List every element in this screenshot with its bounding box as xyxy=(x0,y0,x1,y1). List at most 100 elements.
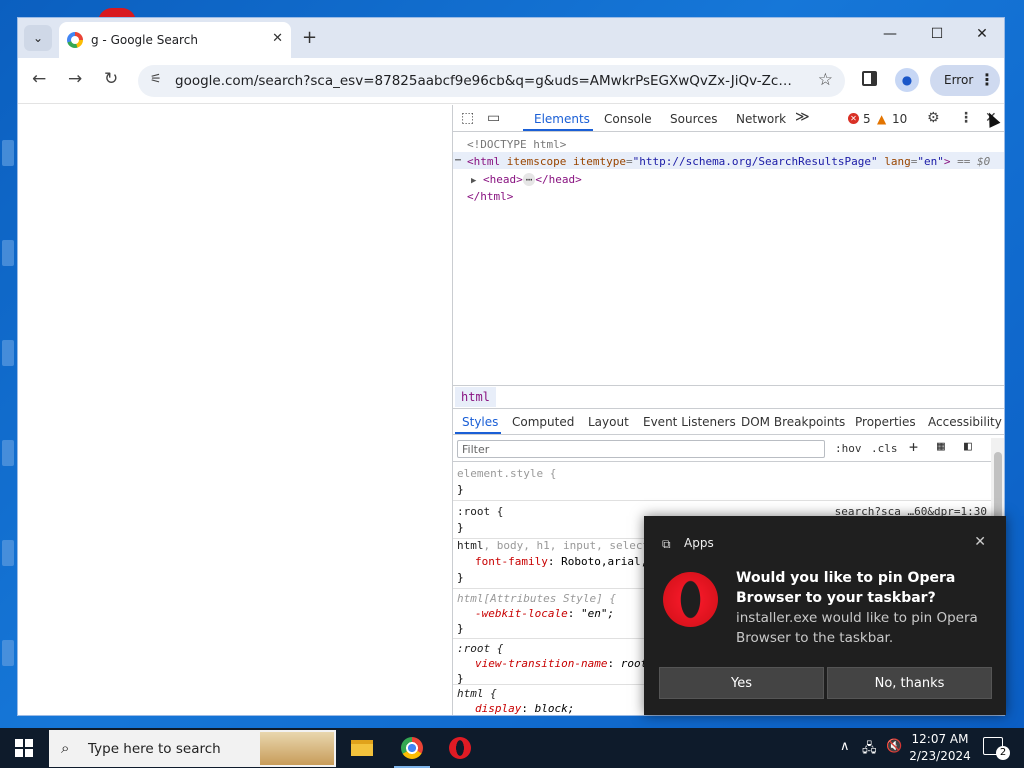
dom-html-node[interactable]: <html itemscope itemtype="http://schema.… xyxy=(467,155,990,168)
subtab-computed[interactable]: Computed xyxy=(512,415,574,429)
tab-search-button[interactable]: ⌄ xyxy=(24,25,52,51)
side-panel-icon[interactable] xyxy=(862,71,877,86)
desktop-icon[interactable] xyxy=(2,640,14,666)
address-bar[interactable]: ⚟ google.com/search?sca_esv=87825aabcf9e… xyxy=(138,65,845,97)
search-highlight-art-icon xyxy=(260,732,334,765)
forward-button[interactable]: → xyxy=(68,69,82,89)
paint-bucket-icon[interactable]: ▦ xyxy=(937,439,945,454)
desktop-icon[interactable] xyxy=(2,240,14,266)
new-tab-button[interactable]: + xyxy=(302,27,317,48)
back-button[interactable]: ← xyxy=(32,69,46,89)
tab-network[interactable]: Network xyxy=(736,112,786,126)
tray-overflow-icon[interactable]: ∧ xyxy=(840,739,850,754)
error-label: Error xyxy=(944,73,974,87)
clock-date[interactable]: 2/23/2024 xyxy=(908,749,972,763)
breadcrumb-html[interactable]: html xyxy=(455,387,496,407)
bookmark-star-icon[interactable]: ☆ xyxy=(818,70,833,90)
rule-property[interactable]: view-transition-name: root xyxy=(475,657,647,670)
opera-icon xyxy=(449,737,471,759)
rule-property[interactable]: display: block; xyxy=(475,702,574,715)
taskbar-search-placeholder: Type here to search xyxy=(88,741,221,757)
tab-google-search[interactable]: g - Google Search ✕ xyxy=(59,22,291,58)
tab-elements[interactable]: Elements xyxy=(534,112,590,126)
hov-toggle[interactable]: :hov xyxy=(835,442,862,455)
volume-muted-icon[interactable]: 🔇 xyxy=(886,739,902,754)
warning-count[interactable]: 10 xyxy=(892,112,907,126)
desktop-icon[interactable] xyxy=(2,140,14,166)
windows-logo-icon xyxy=(15,739,33,757)
taskbar-search-box[interactable]: ⌕ Type here to search xyxy=(49,730,336,767)
maximize-button[interactable]: ☐ xyxy=(923,26,951,42)
expand-triangle-icon[interactable]: ▶ xyxy=(471,176,476,186)
styles-subtabs: Styles Computed Layout Event Listeners D… xyxy=(453,409,1004,435)
subtab-event-listeners[interactable]: Event Listeners xyxy=(643,415,736,429)
subtab-properties[interactable]: Properties xyxy=(855,415,916,429)
notification-body: installer.exe would like to pin Opera Br… xyxy=(736,610,978,646)
styles-filter-row: :hov .cls + ▦ ◧ xyxy=(453,436,1004,462)
browser-menu-icon[interactable]: ⋮ xyxy=(979,70,995,89)
profile-error-chip[interactable]: Error ⋮ xyxy=(930,65,1000,96)
window-close-button[interactable]: ✕ xyxy=(968,26,996,42)
desktop-icon[interactable] xyxy=(2,440,14,466)
collapsed-children[interactable]: ⋯ xyxy=(522,173,536,186)
device-toolbar-icon[interactable]: ▭ xyxy=(487,110,500,126)
toggle-sidebar-icon[interactable]: ◧ xyxy=(964,439,972,454)
error-count[interactable]: 5 xyxy=(863,112,871,126)
inspect-element-icon[interactable]: ⬚ xyxy=(461,110,474,126)
subtab-styles[interactable]: Styles xyxy=(462,415,498,429)
dom-head-node[interactable]: ▶ <head> ⋯ </head> xyxy=(471,173,582,186)
tab-strip: ⌄ g - Google Search ✕ + — ☐ ✕ xyxy=(18,18,1004,58)
notification-close-icon[interactable]: ✕ xyxy=(974,534,986,550)
reload-button[interactable]: ↻ xyxy=(104,69,118,89)
clock-time[interactable]: 12:07 AM xyxy=(908,732,972,746)
subtab-dom-breakpoints[interactable]: DOM Breakpoints xyxy=(741,415,845,429)
desktop-icon[interactable] xyxy=(2,340,14,366)
style-rule-element[interactable]: element.style { } xyxy=(453,463,991,501)
attr-itemtype: itemtype xyxy=(566,155,626,168)
gear-icon[interactable]: ⚙ xyxy=(927,110,940,126)
dom-html-close[interactable]: </html> xyxy=(467,190,513,203)
subtab-layout[interactable]: Layout xyxy=(588,415,629,429)
google-favicon-icon xyxy=(67,32,83,48)
rule-property[interactable]: -webkit-locale: "en"; xyxy=(475,607,614,620)
head-open-tag: <head> xyxy=(483,173,523,186)
rule-selector: :root { xyxy=(457,642,504,655)
devtools-tab-bar: ⬚ ▭ Elements Console Sources Network ≫ ✕… xyxy=(453,105,1004,132)
no-thanks-button[interactable]: No, thanks xyxy=(827,667,992,699)
search-icon: ⌕ xyxy=(61,739,70,757)
warning-icon[interactable]: ▲ xyxy=(877,112,886,126)
tab-sources[interactable]: Sources xyxy=(670,112,717,126)
start-button[interactable] xyxy=(0,728,48,768)
cls-toggle[interactable]: .cls xyxy=(871,442,898,455)
dom-row-actions-icon[interactable]: ⋯ xyxy=(455,155,461,166)
yes-button[interactable]: Yes xyxy=(659,667,824,699)
add-rule-icon[interactable]: + xyxy=(909,438,918,456)
url-text[interactable]: google.com/search?sca_esv=87825aabcf9e96… xyxy=(175,73,800,89)
more-tabs-icon[interactable]: ≫ xyxy=(795,109,810,125)
devtools-menu-icon[interactable]: ⋮ xyxy=(959,110,973,126)
attr-lang: lang xyxy=(877,155,911,168)
tab-close-icon[interactable]: ✕ xyxy=(272,31,283,46)
desktop-icon[interactable] xyxy=(2,540,14,566)
page-content xyxy=(18,105,452,715)
notification-toast[interactable]: ⧉ Apps ✕ Would you like to pin Opera Bro… xyxy=(644,516,1006,715)
taskbar-chrome[interactable] xyxy=(388,728,436,768)
dom-doctype[interactable]: <!DOCTYPE html> xyxy=(467,138,566,151)
breadcrumb: html xyxy=(453,385,1004,409)
browser-toolbar: ← → ↻ ⚟ google.com/search?sca_esv=87825a… xyxy=(18,58,1004,104)
minimize-button[interactable]: — xyxy=(876,26,904,42)
selected-node-marker: == $0 xyxy=(957,155,991,168)
styles-filter-input[interactable] xyxy=(457,440,825,458)
apps-grid-icon: ⧉ xyxy=(662,537,671,551)
rule-property[interactable]: font-family: Roboto,arial, xyxy=(475,555,647,568)
taskbar-file-explorer[interactable] xyxy=(338,728,386,768)
network-icon[interactable]: 🖧 xyxy=(862,739,877,761)
taskbar-opera[interactable] xyxy=(436,728,484,768)
subtab-accessibility[interactable]: Accessibility xyxy=(928,415,1002,429)
site-info-icon[interactable]: ⚟ xyxy=(150,72,162,87)
profile-avatar-icon[interactable]: ● xyxy=(895,68,919,92)
error-icon[interactable]: ✕ xyxy=(848,113,859,124)
tab-console[interactable]: Console xyxy=(604,112,652,126)
notification-app-name: Apps xyxy=(684,536,714,550)
equals-sign: = xyxy=(625,155,633,168)
